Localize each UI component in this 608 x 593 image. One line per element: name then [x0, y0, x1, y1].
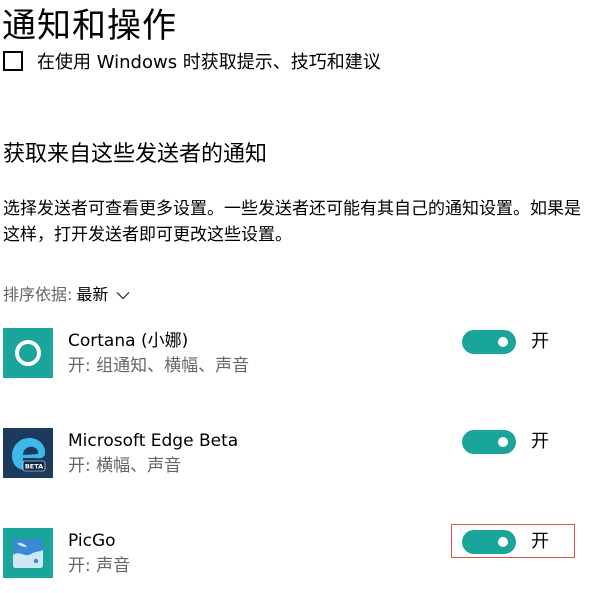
- tips-checkbox-label: 在使用 Windows 时获取提示、技巧和建议: [37, 52, 381, 72]
- sort-label: 排序依据:: [3, 285, 73, 304]
- toggle-state-label: 开: [531, 431, 549, 452]
- svg-text:BETA: BETA: [25, 463, 43, 471]
- chevron-down-icon[interactable]: [116, 291, 130, 300]
- edge-beta-icon: BETA: [3, 428, 53, 478]
- sender-name: PicGo: [68, 531, 116, 551]
- toggle-knob: [498, 437, 508, 447]
- sender-status: 开: 声音: [68, 556, 131, 576]
- sort-value[interactable]: 最新: [76, 282, 108, 308]
- senders-description: 选择发送者可查看更多设置。一些发送者还可能有其自己的通知设置。如果是这样，打开发…: [3, 199, 581, 245]
- edge-beta-toggle[interactable]: [462, 430, 516, 454]
- toggle-knob: [498, 337, 508, 347]
- toggle-state-label: 开: [531, 531, 549, 552]
- sender-item-cortana[interactable]: Cortana (小娜) 开: 组通知、横幅、声音 开: [0, 328, 608, 382]
- toggle-knob: [498, 537, 508, 547]
- page-title: 通知和操作: [2, 6, 177, 46]
- sender-item-picgo[interactable]: PicGo 开: 声音 开: [0, 524, 608, 582]
- sender-item-edge-beta[interactable]: BETA Microsoft Edge Beta 开: 横幅、声音 开: [0, 428, 608, 482]
- sender-name: Cortana (小娜): [68, 331, 189, 351]
- picgo-icon: [3, 528, 53, 578]
- tips-row[interactable]: 在使用 Windows 时获取提示、技巧和建议: [0, 46, 608, 72]
- picgo-toggle[interactable]: [462, 530, 516, 554]
- sender-status: 开: 组通知、横幅、声音: [68, 356, 250, 376]
- cortana-toggle[interactable]: [462, 330, 516, 354]
- toggle-state-label: 开: [531, 331, 549, 352]
- cortana-icon: [3, 328, 53, 378]
- notifications-settings-page: 在使用 Windows 时获取提示、技巧和建议 通知和操作 获取来自这些发送者的…: [0, 0, 608, 593]
- sender-name: Microsoft Edge Beta: [68, 431, 239, 451]
- senders-section-heading: 获取来自这些发送者的通知: [3, 142, 268, 167]
- sort-dropdown[interactable]: 排序依据: 最新: [3, 282, 130, 308]
- sender-status: 开: 横幅、声音: [68, 456, 182, 476]
- tips-checkbox[interactable]: [3, 51, 23, 71]
